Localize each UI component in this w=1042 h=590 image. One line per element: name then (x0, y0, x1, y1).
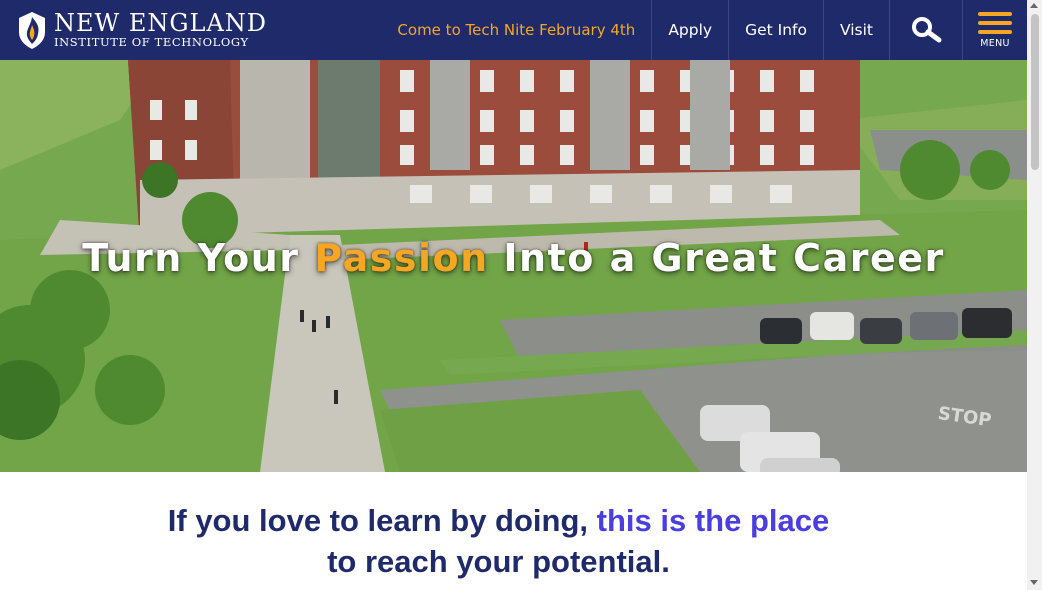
tagline: If you love to learn by doing, this is t… (0, 500, 997, 582)
brand-name: NEW ENGLAND (54, 9, 268, 38)
hero-headline-end: Into a Great Career (488, 236, 945, 280)
flame-shield-icon (19, 12, 45, 49)
menu-button[interactable]: MENU (963, 0, 1027, 60)
nav-apply-link[interactable]: Apply (652, 0, 730, 60)
search-icon (912, 17, 942, 43)
page-scrollbar[interactable] (1027, 0, 1042, 590)
search-button[interactable] (890, 0, 963, 60)
main-nav: Come to Tech Nite February 4th Apply Get… (397, 0, 1027, 60)
tech-nite-promo-link[interactable]: Come to Tech Nite February 4th (397, 0, 653, 60)
scroll-up-arrow-icon[interactable] (1030, 3, 1038, 8)
scroll-down-arrow-icon[interactable] (1030, 580, 1038, 585)
tagline-part2: this is the place (596, 503, 830, 538)
site-header: NEW ENGLAND INSTITUTE OF TECHNOLOGY Come… (0, 0, 1027, 60)
hero-headline-start: Turn Your (82, 236, 315, 280)
scroll-thumb[interactable] (1031, 14, 1039, 170)
tagline-part1: If you love to learn by doing, (167, 503, 597, 538)
brand-logo-link[interactable]: NEW ENGLAND INSTITUTE OF TECHNOLOGY (0, 0, 266, 60)
tagline-line1: If you love to learn by doing, this is t… (0, 500, 997, 541)
hero-headline: Turn Your Passion Into a Great Career (0, 236, 1027, 280)
hero-banner: STOP Turn Your Passion Into a Great Care… (0, 60, 1027, 472)
hero-headline-accent: Passion (314, 236, 489, 280)
brand-wordmark: NEW ENGLAND INSTITUTE OF TECHNOLOGY (54, 11, 267, 49)
hamburger-menu-icon (978, 11, 1012, 34)
menu-label: MENU (980, 37, 1010, 49)
brand-subtitle: INSTITUTE OF TECHNOLOGY (54, 35, 249, 50)
tagline-line2: to reach your potential. (327, 544, 670, 579)
nav-visit-link[interactable]: Visit (824, 0, 890, 60)
nav-get-info-link[interactable]: Get Info (729, 0, 824, 60)
